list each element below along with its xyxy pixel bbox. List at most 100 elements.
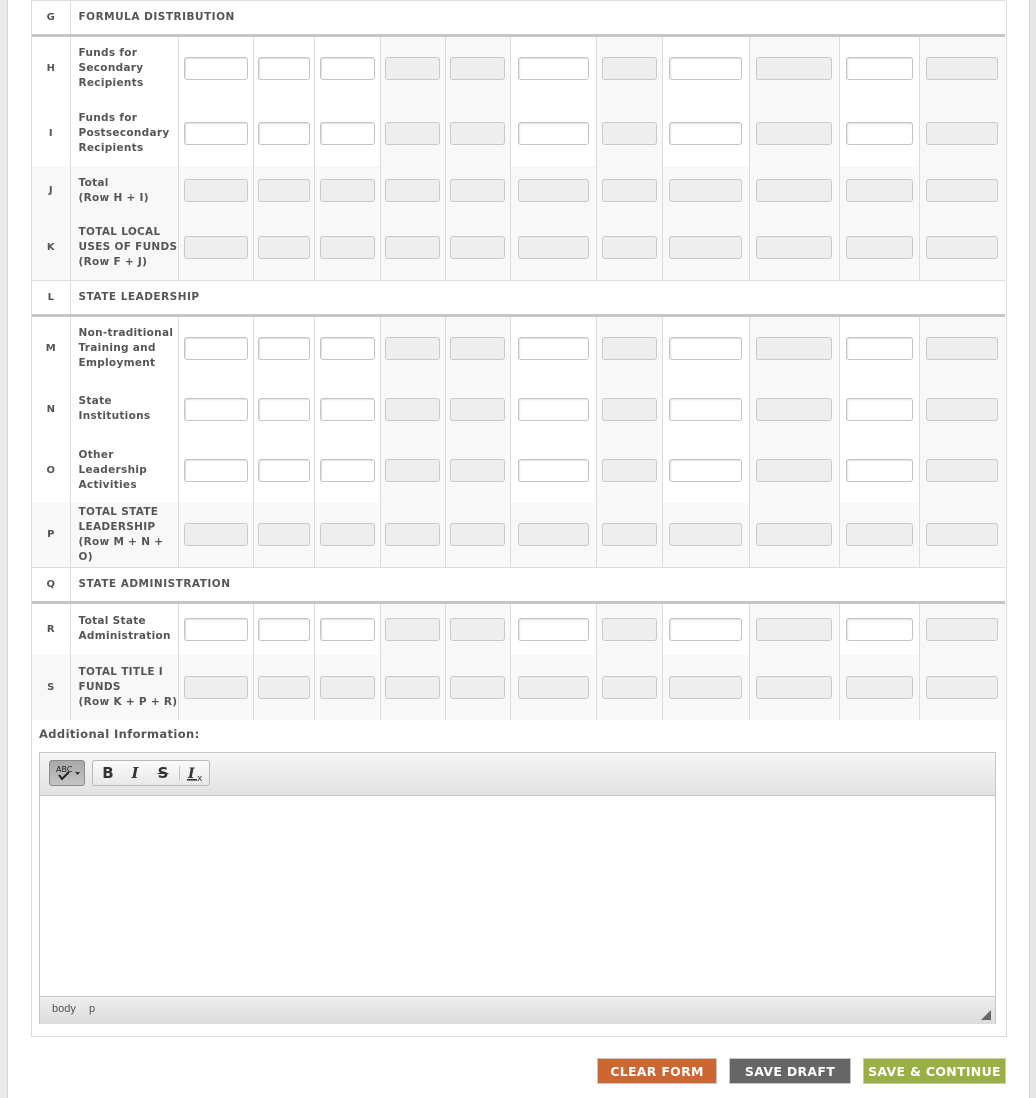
amount-field-j-c5 bbox=[450, 179, 505, 202]
row-label: Other Leadership Activities bbox=[69, 437, 178, 503]
amount-field-i-c9 bbox=[756, 121, 832, 145]
amount-field-o-c1[interactable] bbox=[183, 458, 248, 482]
cell-c1 bbox=[177, 35, 253, 101]
path-element-body[interactable]: body bbox=[52, 1003, 76, 1015]
amount-field-n-c1[interactable] bbox=[183, 397, 248, 421]
row-letter: O bbox=[32, 437, 70, 503]
amount-field-o-c6[interactable] bbox=[517, 458, 589, 482]
cell-c4 bbox=[379, 654, 445, 720]
amount-field-h-c6[interactable] bbox=[517, 57, 589, 81]
cell-c5 bbox=[444, 437, 510, 503]
amount-field-o-c3[interactable] bbox=[319, 458, 375, 482]
amount-field-o-c8[interactable] bbox=[669, 458, 742, 482]
cell-c9 bbox=[748, 165, 839, 216]
row-label-line: Total State bbox=[78, 615, 146, 628]
cell-c9 bbox=[748, 315, 839, 381]
amount-field-r-c10[interactable] bbox=[845, 617, 913, 641]
cell-c10 bbox=[838, 502, 919, 568]
italic-button[interactable]: I bbox=[122, 761, 148, 785]
amount-field-m-c6[interactable] bbox=[517, 337, 589, 361]
amount-field-m-c11 bbox=[926, 337, 999, 361]
amount-field-i-c6[interactable] bbox=[517, 121, 589, 145]
spellcheck-icon: ABC bbox=[56, 765, 80, 781]
row-label-line: USES OF FUNDS bbox=[78, 241, 178, 254]
row-label-line: Recipients bbox=[78, 141, 144, 154]
strikethrough-icon: S bbox=[157, 764, 169, 782]
amount-field-r-c1[interactable] bbox=[183, 617, 248, 641]
cell-c4 bbox=[379, 35, 445, 101]
amount-field-m-c2[interactable] bbox=[257, 337, 310, 361]
strikethrough-button[interactable]: S bbox=[150, 761, 176, 785]
amount-field-h-c1[interactable] bbox=[183, 57, 248, 81]
cell-c5 bbox=[444, 165, 510, 216]
cell-c6 bbox=[509, 380, 596, 438]
amount-field-j-c6 bbox=[517, 179, 589, 202]
amount-field-h-c10[interactable] bbox=[845, 57, 913, 81]
amount-field-i-c1[interactable] bbox=[183, 121, 248, 145]
amount-field-m-c10[interactable] bbox=[845, 337, 913, 361]
row-label-line: (Row M + N + O) bbox=[78, 535, 164, 563]
save-draft-button[interactable]: SAVE DRAFT bbox=[729, 1058, 851, 1084]
amount-field-n-c10[interactable] bbox=[845, 397, 913, 421]
cell-c2 bbox=[252, 315, 314, 381]
bold-button[interactable]: B bbox=[95, 761, 121, 785]
clear-form-button[interactable]: CLEAR FORM bbox=[597, 1058, 717, 1084]
remove-format-button[interactable]: I x bbox=[182, 761, 208, 785]
editor-content-area[interactable] bbox=[40, 796, 995, 996]
amount-field-i-c2[interactable] bbox=[257, 121, 310, 145]
row-label-line: Leadership bbox=[78, 463, 148, 476]
amount-field-r-c8[interactable] bbox=[669, 617, 742, 641]
resize-handle-icon[interactable] bbox=[981, 1010, 991, 1020]
spellcheck-button[interactable]: ABC bbox=[49, 760, 85, 786]
editor-toolbar: ABC B I S I x bbox=[40, 753, 995, 796]
cell-c8 bbox=[661, 215, 749, 281]
amount-field-m-c8[interactable] bbox=[669, 337, 742, 361]
amount-field-h-c2[interactable] bbox=[257, 57, 310, 81]
row-letter: M bbox=[32, 315, 70, 381]
cell-c4 bbox=[379, 602, 445, 655]
amount-field-r-c2[interactable] bbox=[257, 617, 310, 641]
cell-c7 bbox=[595, 502, 662, 568]
amount-field-p-c5 bbox=[450, 523, 505, 547]
row-label-line: Employment bbox=[78, 357, 156, 370]
cell-c8 bbox=[661, 165, 749, 216]
amount-field-n-c6[interactable] bbox=[517, 397, 589, 421]
amount-field-i-c10[interactable] bbox=[845, 121, 913, 145]
cell-c8 bbox=[661, 35, 749, 101]
amount-field-n-c3[interactable] bbox=[319, 397, 375, 421]
amount-field-r-c3[interactable] bbox=[319, 617, 375, 641]
amount-field-i-c3[interactable] bbox=[319, 121, 375, 145]
row-label: Total State Administration bbox=[69, 602, 178, 655]
amount-field-m-c1[interactable] bbox=[183, 337, 248, 361]
cell-c7 bbox=[595, 35, 662, 101]
page-scrollbar-track[interactable] bbox=[1029, 0, 1036, 1098]
cell-c11 bbox=[918, 437, 1006, 503]
toolbar-separator bbox=[179, 766, 180, 780]
amount-field-k-c1 bbox=[183, 236, 248, 260]
cell-c11 bbox=[918, 380, 1006, 438]
amount-field-r-c6[interactable] bbox=[517, 617, 589, 641]
amount-field-n-c5 bbox=[450, 397, 505, 421]
cell-c1 bbox=[177, 602, 253, 655]
amount-field-o-c10[interactable] bbox=[845, 458, 913, 482]
amount-field-r-c9 bbox=[756, 617, 832, 641]
amount-field-s-c6 bbox=[517, 675, 589, 699]
cell-c3 bbox=[313, 602, 380, 655]
amount-field-o-c2[interactable] bbox=[257, 458, 310, 482]
amount-field-n-c8[interactable] bbox=[669, 397, 742, 421]
amount-field-h-c8[interactable] bbox=[669, 57, 742, 81]
amount-field-p-c11 bbox=[926, 523, 999, 547]
amount-field-n-c2[interactable] bbox=[257, 397, 310, 421]
amount-field-p-c6 bbox=[517, 523, 589, 547]
save-continue-button[interactable]: SAVE & CONTINUE bbox=[863, 1058, 1006, 1084]
row-label-line: Administration bbox=[78, 630, 171, 643]
cell-c6 bbox=[509, 100, 596, 166]
amount-field-n-c11 bbox=[926, 397, 999, 421]
rich-text-editor: ABC B I S I x body p bbox=[39, 752, 996, 1024]
amount-field-h-c3[interactable] bbox=[319, 57, 375, 81]
amount-field-i-c8[interactable] bbox=[669, 121, 742, 145]
cell-c11 bbox=[918, 215, 1006, 281]
amount-field-m-c3[interactable] bbox=[319, 337, 375, 361]
path-element-p[interactable]: p bbox=[89, 1003, 95, 1015]
amount-field-j-c8 bbox=[669, 179, 742, 202]
